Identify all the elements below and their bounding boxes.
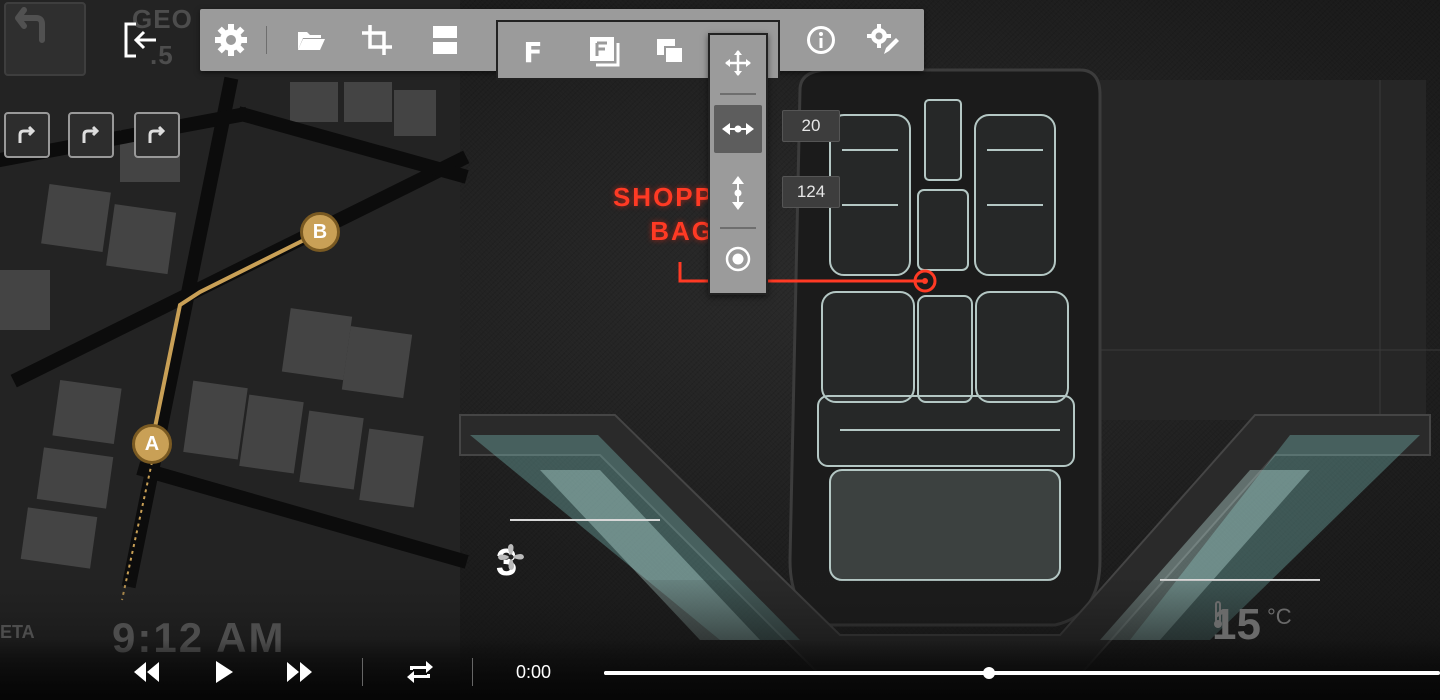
exit-icon (124, 22, 156, 58)
current-time: 0:00 (516, 662, 552, 682)
target-icon (725, 246, 751, 272)
fan-control[interactable]: 3 (496, 542, 524, 585)
info-icon (807, 26, 835, 54)
back-arrow-icon (15, 7, 45, 43)
player-divider (362, 658, 363, 686)
cargo-label-line2: BAG (650, 216, 714, 246)
vertical-resize-icon (732, 176, 744, 210)
play-icon (216, 661, 233, 683)
panel-divider (720, 93, 756, 95)
layers-icon (657, 39, 684, 64)
move-button[interactable] (714, 39, 762, 87)
exit-button[interactable] (118, 9, 164, 71)
navigation-back-button[interactable] (4, 2, 86, 76)
thermometer-icon (1214, 601, 1222, 628)
panel-divider (720, 227, 756, 229)
horizontal-offset-value[interactable]: 20 (782, 110, 840, 142)
font-icon: F (523, 35, 543, 69)
seek-bar-progress (604, 671, 989, 675)
waypoint-marker-b[interactable]: B (300, 212, 340, 252)
settings-button[interactable] (204, 9, 258, 71)
anchor-button[interactable] (714, 235, 762, 283)
vertical-resize-button[interactable] (714, 169, 762, 217)
rewind-icon (134, 662, 159, 682)
repeat-icon (407, 661, 433, 683)
crop-icon (362, 25, 392, 55)
turn-right-button[interactable] (4, 112, 50, 158)
folder-open-icon (298, 32, 325, 50)
move-icon (725, 50, 751, 76)
info-button[interactable] (794, 9, 848, 71)
temperature-unit: °C (1266, 604, 1292, 629)
vertical-offset-value[interactable]: 124 (782, 176, 840, 208)
turn-right-button[interactable] (134, 112, 180, 158)
toolbar-divider (266, 26, 267, 54)
turn-right-icon (18, 125, 36, 143)
player-divider (472, 658, 473, 686)
fast-forward-icon (287, 662, 312, 682)
turn-right-icon (82, 125, 100, 143)
cargo-label-line1: SHOPP (612, 182, 714, 212)
cargo-label: SHOPP BAG (600, 180, 714, 248)
framed-font-icon (590, 37, 620, 67)
font-button[interactable]: F (508, 28, 558, 76)
framed-text-button[interactable] (580, 28, 630, 76)
gear-icon (215, 24, 247, 56)
layers-button[interactable] (646, 28, 696, 76)
advanced-settings-button[interactable] (856, 9, 910, 71)
split-layout-button[interactable] (418, 9, 472, 71)
seek-bar[interactable] (604, 667, 1440, 679)
fan-icon (498, 544, 524, 570)
turn-right-button[interactable] (68, 112, 114, 158)
repeat-button[interactable] (400, 652, 440, 692)
rewind-button[interactable] (126, 652, 166, 692)
play-button[interactable] (204, 652, 244, 692)
fast-forward-button[interactable] (280, 652, 320, 692)
horizontal-resize-button[interactable] (714, 105, 762, 153)
position-adjust-panel (708, 33, 768, 295)
open-button[interactable] (284, 9, 338, 71)
split-layout-icon (433, 26, 457, 54)
waypoint-marker-a[interactable]: A (132, 424, 172, 464)
crop-button[interactable] (350, 9, 404, 71)
settings-edit-icon (867, 24, 899, 54)
horizontal-resize-icon (722, 123, 754, 135)
turn-right-icon (148, 125, 166, 143)
video-player-controls: 0:00 (0, 640, 1440, 700)
seek-bar-thumb[interactable] (982, 667, 995, 679)
